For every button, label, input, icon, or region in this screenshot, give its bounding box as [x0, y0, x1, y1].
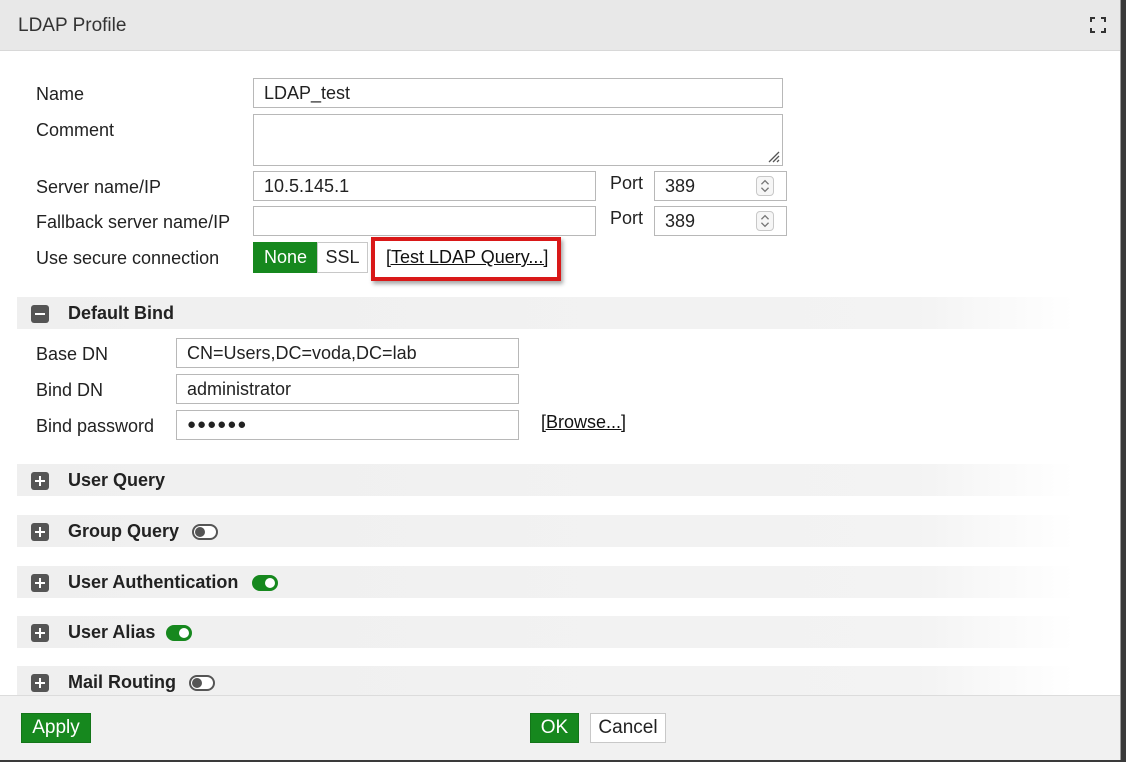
- comment-textarea[interactable]: [253, 114, 783, 166]
- test-ldap-query-link[interactable]: [Test LDAP Query...]: [386, 247, 548, 268]
- mail-routing-toggle[interactable]: [189, 675, 215, 691]
- port-input[interactable]: 389: [654, 171, 787, 201]
- browse-link[interactable]: [Browse...]: [541, 412, 626, 433]
- title-bar: LDAP Profile: [0, 0, 1120, 51]
- fallback-server-label: Fallback server name/IP: [36, 212, 231, 232]
- section-title: User Query: [68, 470, 166, 490]
- section-mail-routing[interactable]: Mail Routing: [17, 666, 1074, 698]
- section-group-query[interactable]: Group Query: [17, 515, 1074, 547]
- fallback-port-stepper-icon[interactable]: [756, 211, 774, 231]
- plus-square-icon[interactable]: [31, 523, 49, 541]
- plus-square-icon[interactable]: [31, 674, 49, 692]
- section-title: Mail Routing: [68, 672, 176, 692]
- name-input[interactable]: LDAP_test: [253, 78, 783, 108]
- section-title: Default Bind: [68, 303, 174, 323]
- server-input[interactable]: 10.5.145.1: [253, 171, 596, 201]
- plus-square-icon[interactable]: [31, 472, 49, 490]
- resize-grip-icon[interactable]: [766, 149, 780, 163]
- dialog-footer: Apply OK Cancel: [0, 695, 1120, 760]
- bind-password-input[interactable]: ●●●●●●: [176, 410, 519, 440]
- section-title: Group Query: [68, 521, 180, 541]
- plus-square-icon[interactable]: [31, 574, 49, 592]
- server-label: Server name/IP: [36, 177, 162, 197]
- section-user-authentication[interactable]: User Authentication: [17, 566, 1074, 598]
- port-label: Port: [610, 173, 644, 193]
- maximize-icon[interactable]: [1090, 17, 1106, 33]
- secure-option-none[interactable]: None: [253, 242, 318, 273]
- cancel-button[interactable]: Cancel: [590, 713, 666, 743]
- section-user-query[interactable]: User Query: [17, 464, 1074, 496]
- apply-button[interactable]: Apply: [21, 713, 91, 743]
- plus-square-icon[interactable]: [31, 624, 49, 642]
- bind-password-label: Bind password: [36, 416, 155, 436]
- ok-button[interactable]: OK: [530, 713, 579, 743]
- fallback-port-label: Port: [610, 208, 644, 228]
- secure-option-ssl[interactable]: SSL: [317, 242, 368, 273]
- minus-square-icon[interactable]: [31, 305, 49, 323]
- group-query-toggle[interactable]: [192, 524, 218, 540]
- user-authentication-toggle[interactable]: [252, 575, 278, 591]
- base-dn-label: Base DN: [36, 344, 109, 364]
- bind-dn-input[interactable]: administrator: [176, 374, 519, 404]
- port-value: 389: [665, 176, 696, 196]
- fallback-server-input[interactable]: [253, 206, 596, 236]
- port-stepper-icon[interactable]: [756, 176, 774, 196]
- section-default-bind[interactable]: Default Bind: [17, 297, 1074, 329]
- fallback-port-value: 389: [665, 211, 696, 231]
- ldap-profile-dialog: LDAP Profile Name LDAP_test Comment Serv…: [0, 0, 1121, 760]
- bind-dn-label: Bind DN: [36, 380, 104, 400]
- section-user-alias[interactable]: User Alias: [17, 616, 1074, 648]
- name-label: Name: [36, 84, 85, 104]
- section-title: User Authentication: [68, 572, 239, 592]
- section-title: User Alias: [68, 622, 156, 642]
- base-dn-input[interactable]: CN=Users,DC=voda,DC=lab: [176, 338, 519, 368]
- comment-label: Comment: [36, 120, 115, 140]
- secure-connection-label: Use secure connection: [36, 248, 220, 268]
- fallback-port-input[interactable]: 389: [654, 206, 787, 236]
- dialog-title: LDAP Profile: [18, 15, 127, 36]
- user-alias-toggle[interactable]: [166, 625, 192, 641]
